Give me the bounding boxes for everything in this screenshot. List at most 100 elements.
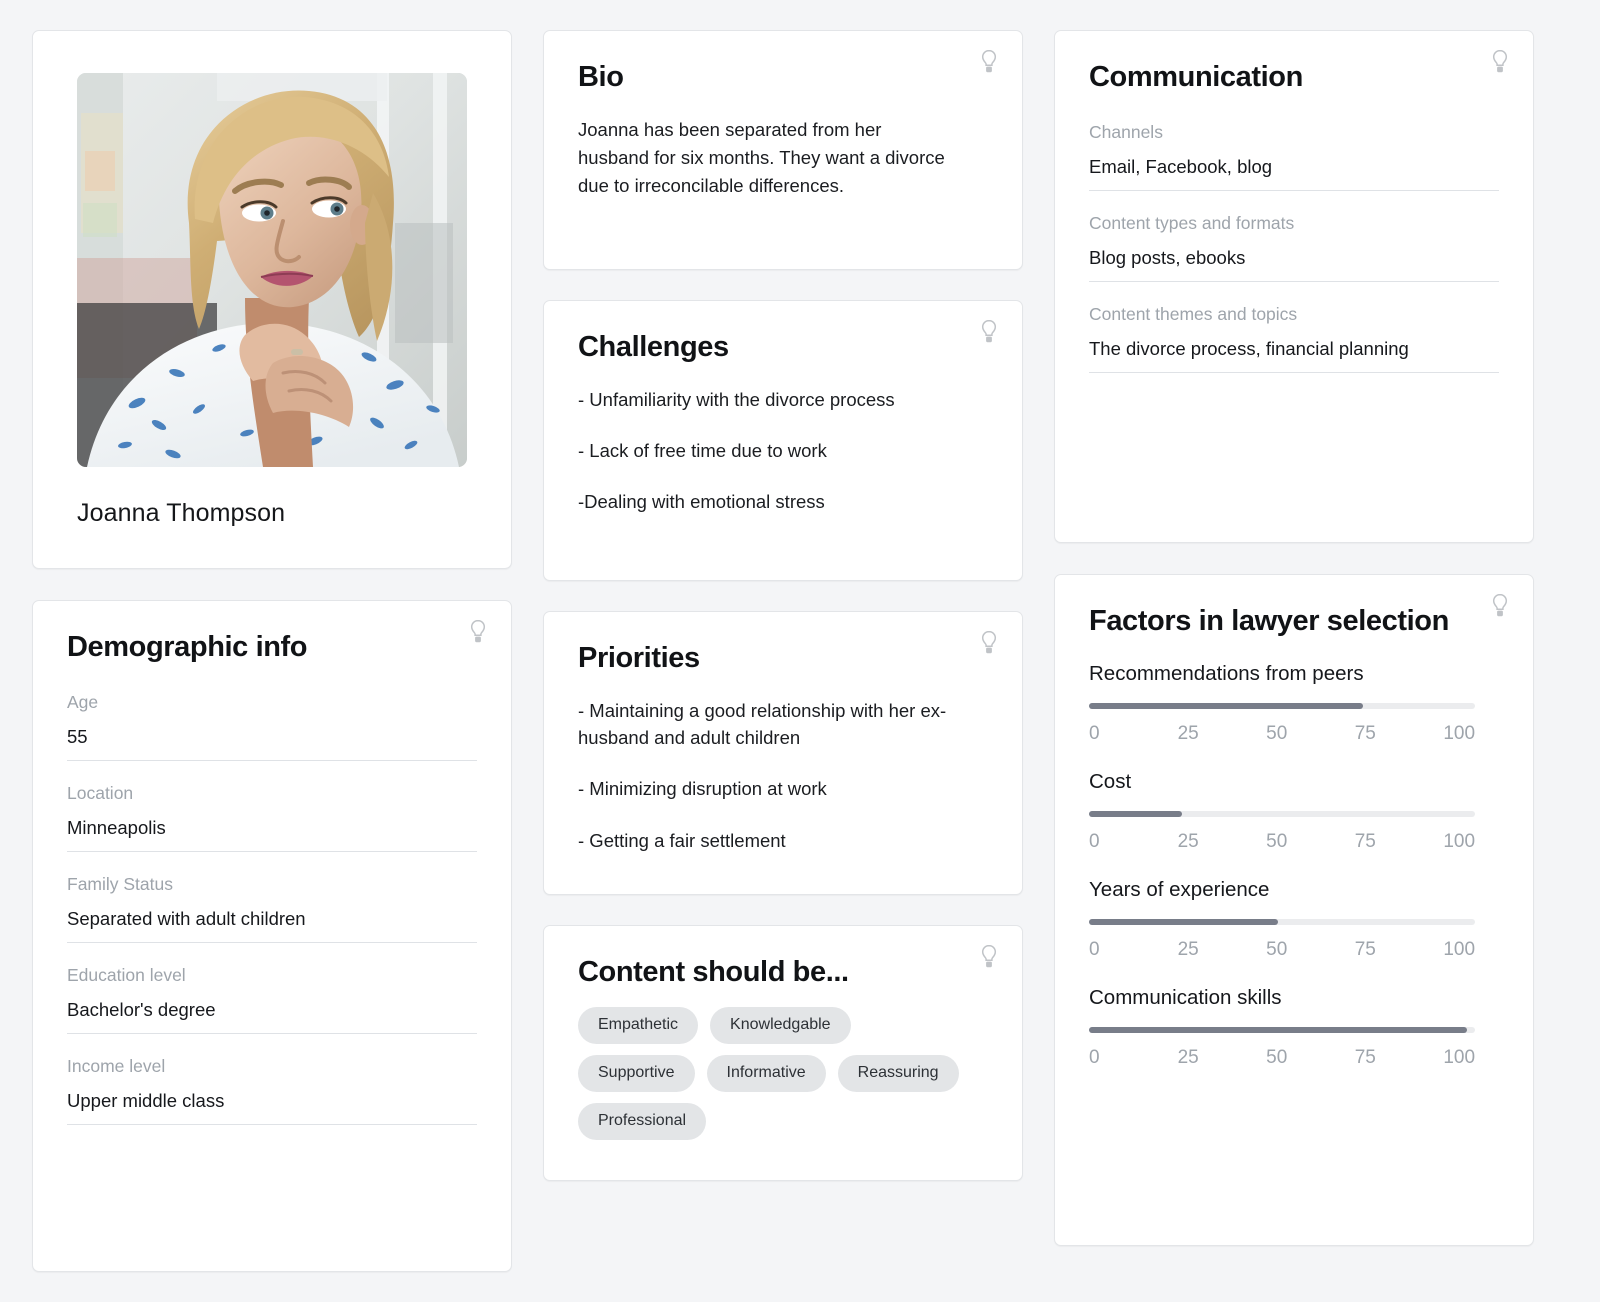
slider-scale: 0 25 50 75 100 xyxy=(1089,831,1475,853)
slider-fill xyxy=(1089,919,1279,925)
lightbulb-icon[interactable] xyxy=(1489,49,1511,75)
tick-label: 25 xyxy=(1177,939,1199,960)
slider-fill xyxy=(1089,1027,1468,1033)
lightbulb-icon[interactable] xyxy=(978,49,1000,75)
field-label: Income level xyxy=(67,1056,166,1076)
tick-label: 0 xyxy=(1089,831,1100,852)
tick-label: 25 xyxy=(1177,723,1199,744)
field-value[interactable]: Email, Facebook, blog xyxy=(1089,156,1499,191)
communication-fields: Channels Email, Facebook, blog Content t… xyxy=(1089,116,1499,373)
bio-card: Bio Joanna has been separated from her h… xyxy=(543,30,1023,270)
priorities-card: Priorities - Maintaining a good relation… xyxy=(543,611,1023,895)
tick-label: 0 xyxy=(1089,723,1100,744)
card-title-content-should-be: Content should be... xyxy=(578,955,849,988)
field-label: Family Status xyxy=(67,874,173,894)
tag-chip[interactable]: Knowledgable xyxy=(710,1006,851,1044)
tag-chip[interactable]: Informative xyxy=(706,1054,826,1092)
slider-track[interactable] xyxy=(1089,919,1475,925)
list-item: - Lack of free time due to work xyxy=(578,440,827,462)
column-right: Communication Channels Email, Facebook, … xyxy=(1054,30,1534,1246)
field-value[interactable]: Bachelor's degree xyxy=(67,999,477,1034)
list-item: - Minimizing disruption at work xyxy=(578,778,827,800)
field-row: Content themes and topics The divorce pr… xyxy=(1089,282,1499,373)
field-row: Income level Upper middle class xyxy=(67,1034,477,1125)
lightbulb-icon[interactable] xyxy=(978,630,1000,656)
card-title-bio: Bio xyxy=(578,61,624,93)
slider-track[interactable] xyxy=(1089,703,1475,709)
tick-label: 50 xyxy=(1266,939,1288,960)
field-value[interactable]: Minneapolis xyxy=(67,817,477,852)
lightbulb-icon[interactable] xyxy=(1489,593,1511,619)
field-label: Content types and formats xyxy=(1089,213,1295,233)
tick-label: 75 xyxy=(1354,1047,1376,1068)
tick-label: 50 xyxy=(1266,831,1288,852)
field-row: Family Status Separated with adult child… xyxy=(67,852,477,943)
card-title-challenges: Challenges xyxy=(578,331,729,363)
slider-label: Communication skills xyxy=(1089,986,1282,1009)
tick-label: 100 xyxy=(1443,831,1476,852)
slider-track[interactable] xyxy=(1089,811,1475,817)
tick-label: 50 xyxy=(1266,1047,1288,1068)
slider-label: Cost xyxy=(1089,770,1132,793)
field-label: Location xyxy=(67,783,134,803)
field-row: Age 55 xyxy=(67,686,477,761)
tick-label: 100 xyxy=(1443,939,1476,960)
tick-label: 100 xyxy=(1443,723,1476,744)
field-value[interactable]: The divorce process, financial planning xyxy=(1089,338,1499,373)
slider-scale: 0 25 50 75 100 xyxy=(1089,723,1475,745)
persona-board: Joanna Thompson Demographic info Age 55 … xyxy=(0,0,1600,1302)
priorities-list: - Maintaining a good relationship with h… xyxy=(578,697,988,854)
tick-label: 50 xyxy=(1266,723,1288,744)
tag-chip[interactable]: Empathetic xyxy=(578,1006,699,1044)
field-value[interactable]: Upper middle class xyxy=(67,1090,477,1125)
field-label: Education level xyxy=(67,965,186,985)
slider-fill xyxy=(1089,811,1182,817)
card-title-communication: Communication xyxy=(1089,61,1303,93)
slider-label: Recommendations from peers xyxy=(1089,662,1364,685)
field-row: Content types and formats Blog posts, eb… xyxy=(1089,191,1499,282)
field-value[interactable]: Separated with adult children xyxy=(67,908,477,943)
avatar xyxy=(77,73,467,467)
lightbulb-icon[interactable] xyxy=(978,319,1000,345)
slider-block: Years of experience 0 25 50 75 100 xyxy=(1089,878,1499,961)
slider-scale: 0 25 50 75 100 xyxy=(1089,939,1475,961)
demographic-info-card: Demographic info Age 55 Location Minneap… xyxy=(32,600,512,1272)
challenges-card: Challenges - Unfamiliarity with the divo… xyxy=(543,300,1023,581)
card-title-priorities: Priorities xyxy=(578,642,700,674)
slider-block: Cost 0 25 50 75 100 xyxy=(1089,770,1499,853)
field-value[interactable]: 55 xyxy=(67,726,477,761)
factors-in-lawyer-selection-card: Factors in lawyer selection Recommendati… xyxy=(1054,574,1534,1246)
slider-fill xyxy=(1089,703,1364,709)
person-name: Joanna Thompson xyxy=(77,499,286,527)
field-label: Age xyxy=(67,692,99,712)
slider-scale: 0 25 50 75 100 xyxy=(1089,1047,1475,1069)
tag-chip[interactable]: Supportive xyxy=(578,1054,695,1092)
tick-label: 100 xyxy=(1443,1047,1476,1068)
card-title-factors: Factors in lawyer selection xyxy=(1089,605,1449,637)
tick-label: 0 xyxy=(1089,1047,1100,1068)
field-row: Education level Bachelor's degree xyxy=(67,943,477,1034)
tick-label: 25 xyxy=(1177,1047,1199,1068)
column-middle: Bio Joanna has been separated from her h… xyxy=(543,30,1023,1181)
tick-label: 75 xyxy=(1354,831,1376,852)
communication-card: Communication Channels Email, Facebook, … xyxy=(1054,30,1534,543)
demographic-fields: Age 55 Location Minneapolis Family Statu… xyxy=(67,686,477,1125)
lightbulb-icon[interactable] xyxy=(467,619,489,645)
tick-label: 75 xyxy=(1354,939,1376,960)
tag-chip[interactable]: Reassuring xyxy=(837,1054,959,1092)
tag-list: Empathetic Knowledgable Supportive Infor… xyxy=(578,1006,968,1140)
tag-chip[interactable]: Professional xyxy=(578,1102,707,1140)
tick-label: 0 xyxy=(1089,939,1100,960)
tick-label: 75 xyxy=(1354,723,1376,744)
slider-label: Years of experience xyxy=(1089,878,1270,901)
slider-block: Recommendations from peers 0 25 50 75 10… xyxy=(1089,662,1499,745)
list-item: -Dealing with emotional stress xyxy=(578,491,825,513)
field-row: Location Minneapolis xyxy=(67,761,477,852)
slider-track[interactable] xyxy=(1089,1027,1475,1033)
content-should-be-card: Content should be... Empathetic Knowledg… xyxy=(543,924,1023,1181)
column-left: Joanna Thompson Demographic info Age 55 … xyxy=(32,30,512,1272)
factor-slider-group: Recommendations from peers 0 25 50 75 10… xyxy=(1089,662,1499,1069)
lightbulb-icon[interactable] xyxy=(978,944,1000,970)
list-item: - Unfamiliarity with the divorce process xyxy=(578,389,895,410)
field-value[interactable]: Blog posts, ebooks xyxy=(1089,247,1499,282)
